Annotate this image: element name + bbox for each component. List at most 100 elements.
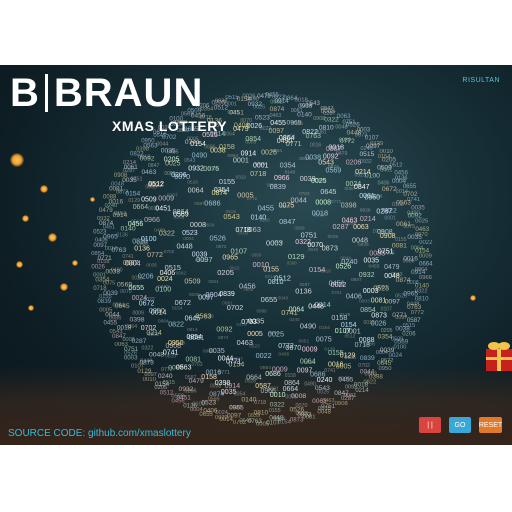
sphere-number-faint: 0035	[146, 262, 157, 268]
sphere-number: 0004	[125, 261, 141, 268]
sphere-number-faint: 0908	[335, 401, 349, 407]
sphere-number: 0523	[182, 230, 198, 237]
sphere-number-faint: 0004	[376, 350, 388, 356]
sphere-number-faint: 0398	[129, 317, 144, 324]
sphere-number: 0950	[168, 340, 184, 347]
sphere-number-faint: 0645	[320, 187, 336, 196]
sphere-number-faint: 0847	[279, 217, 295, 226]
sphere-number-faint: 0515	[359, 151, 374, 158]
sphere-number: 0702	[141, 325, 157, 332]
sphere-number-faint: 0075	[203, 164, 219, 173]
sphere-number-faint: 0569	[326, 167, 342, 175]
logo-divider	[44, 74, 48, 112]
sphere-number-faint: 0009	[158, 195, 174, 203]
sphere-number-faint: 0092	[216, 325, 232, 334]
sphere-number-faint: 0025	[415, 219, 429, 225]
sphere-number-faint: 0038	[314, 212, 325, 217]
sphere-number-faint: 0763	[191, 362, 202, 368]
sphere-number-faint: 0092	[176, 271, 187, 276]
sphere-number: 0847	[354, 184, 370, 191]
sphere-number: 0014	[151, 310, 167, 317]
sphere-number-faint: 0455	[167, 150, 179, 156]
sphere-number: 0107	[335, 328, 351, 335]
sphere-number: 0003	[363, 288, 379, 295]
sphere-number-faint: 0479	[99, 207, 113, 214]
sphere-number: 0771	[226, 359, 242, 366]
sphere-number-faint: 0914	[113, 212, 128, 219]
sphere-number-faint: 0064	[188, 185, 204, 194]
sphere-number: 0672	[139, 300, 155, 307]
source-code-link[interactable]: SOURCE CODE: github.com/xmaslottery	[8, 428, 191, 439]
sphere-number: 0455	[270, 120, 286, 127]
sphere-number: 0001	[253, 163, 269, 170]
sphere-number: 0718	[236, 227, 252, 234]
sphere-number: 0010	[270, 392, 286, 399]
sphere-number: 0822	[302, 129, 318, 136]
sphere-number-faint: 0205	[217, 268, 234, 277]
reset-button[interactable]: RESET	[479, 417, 502, 433]
gift-icon	[486, 342, 512, 371]
sphere-number-faint: 0022	[256, 351, 272, 360]
page-subtitle: XMAS LOTTERY	[112, 118, 228, 134]
sphere-number-faint: 0038	[105, 268, 120, 275]
sphere-number: 0206	[171, 172, 187, 179]
sphere-number: 0874	[212, 190, 228, 197]
sphere-number-faint: 0664	[133, 204, 148, 211]
sphere-number-faint: 0009	[419, 254, 432, 260]
sphere-number-faint: 0455	[338, 377, 353, 384]
sphere-number: 0751	[378, 248, 394, 255]
sphere-number-faint: 0136	[295, 287, 311, 296]
sphere-number-faint: 0839	[358, 242, 369, 248]
sphere-number-faint: 0686	[204, 199, 220, 208]
sphere-number-faint: 0718	[250, 169, 266, 178]
sphere-number: 0763	[241, 319, 257, 326]
sphere-number-faint: 0097	[395, 315, 407, 321]
sphere-number-faint: 0914	[299, 156, 310, 162]
go-button[interactable]: GO	[449, 417, 471, 433]
sphere-number-faint: 0014	[304, 360, 315, 366]
sphere-number-faint: 0490	[300, 321, 316, 330]
sphere-number-faint: 0702	[227, 303, 243, 312]
sphere-number-faint: 0950	[378, 366, 392, 372]
sphere-number-faint: 0026	[360, 207, 371, 213]
pause-button[interactable]: | |	[419, 417, 441, 433]
sphere-number-faint: 0240	[158, 373, 173, 380]
sphere-number-faint: 0092	[270, 100, 282, 106]
sphere-number-faint: 0702	[162, 134, 177, 141]
sphere-number-faint: 0322	[236, 174, 247, 179]
sphere-number: 0022	[331, 282, 347, 289]
sphere-number-faint: 0061	[208, 279, 219, 284]
sphere-number: 0509	[141, 196, 157, 203]
sphere-number: 0645	[185, 316, 201, 323]
sphere-number-faint: 0741	[324, 368, 335, 374]
sphere-number-faint: 0354	[280, 161, 296, 170]
sphere-number: 0287	[376, 209, 392, 216]
sphere-number: 0048	[384, 273, 400, 280]
sphere-number-faint: 0655	[199, 412, 213, 418]
sphere-number-faint: 0206	[346, 159, 361, 166]
sphere-number: 0810	[268, 279, 284, 286]
sphere-number: 0039	[192, 251, 208, 258]
sphere-number: 0061	[359, 193, 375, 200]
sphere-number-faint: 0025	[268, 330, 284, 339]
sphere-number-faint: 0008	[190, 220, 206, 229]
sphere-number: 0205	[164, 157, 180, 164]
sphere-number-faint: 0455	[104, 320, 118, 327]
sphere-number-faint: 0874	[218, 335, 229, 340]
sphere-number: 0456	[128, 221, 144, 228]
sphere-number-faint: 0932	[360, 159, 372, 165]
sphere-number-faint: 0822	[168, 321, 184, 329]
sphere-number-faint: 0398	[341, 201, 357, 210]
sphere-number-faint: 0966	[419, 275, 433, 281]
sphere-number-faint: 0966	[148, 332, 159, 338]
sphere-number-faint: 0839	[270, 182, 286, 191]
sphere-number-faint: 0129	[288, 252, 305, 261]
sphere-number-faint: 0048	[317, 408, 331, 415]
sphere-number: 0914	[241, 150, 257, 157]
logo-letter: B	[10, 71, 39, 115]
sphere-number-faint: 0003	[124, 355, 138, 362]
sphere-number-faint: 0154	[172, 305, 183, 311]
sphere-number: 0965	[222, 255, 238, 262]
sphere-number-faint: 0154	[319, 325, 330, 331]
sphere-number-faint: 0512	[214, 104, 229, 111]
